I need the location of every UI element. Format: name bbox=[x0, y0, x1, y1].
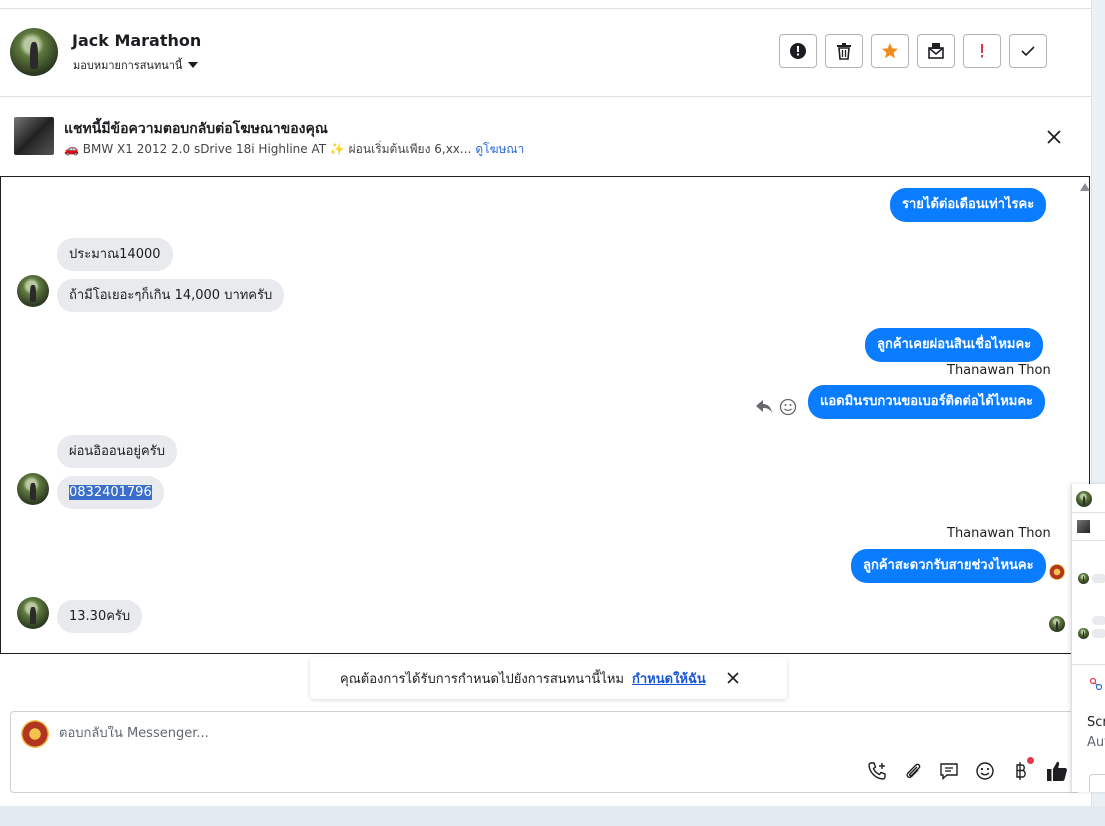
incoming-message-phone[interactable]: 0832401796 bbox=[57, 476, 164, 509]
assign-suggestion-text: คุณต้องการได้รับการกำหนดไปยังการสนทนานี้… bbox=[340, 671, 624, 687]
mini-bubble bbox=[1092, 616, 1105, 625]
mark-unread-button[interactable] bbox=[917, 34, 955, 68]
mini-ad-thumbnail bbox=[1077, 520, 1090, 533]
selected-phone-number[interactable]: 0832401796 bbox=[69, 485, 152, 500]
call-button[interactable] bbox=[866, 760, 888, 782]
view-ad-link[interactable]: ดูโฆษณา bbox=[475, 140, 524, 159]
mark-spam-button[interactable] bbox=[779, 34, 817, 68]
incoming-message[interactable]: ถ้ามีโอเยอะๆก็เกิน 14,000 บาทครับ bbox=[57, 279, 285, 312]
assign-label: มอบหมายการสนทนานี้ bbox=[73, 59, 183, 72]
attach-button[interactable] bbox=[902, 760, 924, 782]
mark-done-button[interactable] bbox=[1009, 34, 1047, 68]
tool-icon bbox=[1089, 677, 1103, 691]
close-icon[interactable] bbox=[1044, 127, 1064, 147]
contact-avatar[interactable] bbox=[10, 28, 58, 76]
star-button[interactable] bbox=[871, 34, 909, 68]
outgoing-message[interactable]: รายได้ต่อเดือนเท่าไรคะ bbox=[890, 188, 1047, 222]
like-button[interactable] bbox=[1046, 760, 1068, 782]
outgoing-message[interactable]: แอดมินรบกวนขอเบอร์ติดต่อได้ไหมคะ bbox=[808, 385, 1046, 419]
mini-divider bbox=[1072, 540, 1105, 541]
top-divider bbox=[0, 0, 1091, 9]
mini-bubble bbox=[1092, 574, 1105, 583]
mini-contact-avatar bbox=[1076, 491, 1092, 507]
outgoing-message[interactable]: ลูกค้าสะดวกรับสายช่วงไหนคะ bbox=[851, 549, 1046, 583]
mini-title-text: Scr bbox=[1087, 715, 1105, 730]
saved-replies-button[interactable] bbox=[938, 760, 960, 782]
header-actions bbox=[779, 34, 1047, 68]
outgoing-message[interactable]: ลูกค้าเคยผ่อนสินเชื่อไหมคะ bbox=[865, 328, 1044, 362]
contact-avatar-small bbox=[17, 473, 49, 505]
ad-reply-banner: แชทนี้มีข้อความตอบกลับต่อโฆษณาของคุณ 🚗 B… bbox=[0, 97, 1091, 175]
mail-icon bbox=[928, 43, 944, 59]
page-avatar bbox=[21, 720, 49, 748]
mini-divider bbox=[1072, 664, 1105, 665]
ad-thumbnail[interactable] bbox=[14, 117, 54, 155]
reply-input[interactable] bbox=[59, 726, 759, 741]
alert-circle-icon bbox=[790, 43, 806, 59]
mini-avatar bbox=[1078, 573, 1089, 584]
conversation-header: Jack Marathon มอบหมายการสนทนานี้ bbox=[0, 9, 1091, 97]
notification-dot bbox=[1027, 757, 1034, 764]
assign-to-me-link[interactable]: กำหนดให้ฉัน bbox=[632, 668, 706, 689]
star-icon bbox=[882, 43, 898, 59]
follow-up-button[interactable] bbox=[963, 34, 1001, 68]
composer-tools bbox=[866, 757, 1068, 782]
seen-receipt-avatar bbox=[1049, 616, 1065, 632]
contact-avatar-small bbox=[17, 597, 49, 629]
smiley-icon bbox=[976, 762, 994, 780]
read-receipt-avatar bbox=[1049, 564, 1065, 580]
reply-icon[interactable] bbox=[755, 398, 773, 414]
delete-button[interactable] bbox=[825, 34, 863, 68]
chat-bubble-icon bbox=[940, 763, 958, 781]
exclamation-icon bbox=[981, 44, 983, 58]
trash-icon bbox=[837, 43, 851, 60]
caret-down-icon bbox=[188, 62, 199, 68]
contact-name[interactable]: Jack Marathon bbox=[72, 31, 201, 50]
contact-avatar-small bbox=[17, 275, 49, 307]
ad-banner-title: แชทนี้มีข้อความตอบกลับต่อโฆษณาของคุณ bbox=[64, 121, 328, 137]
message-composer bbox=[10, 711, 1080, 793]
sender-name: Thanawan Thon bbox=[947, 526, 1051, 541]
ad-description: 🚗 BMW X1 2012 2.0 sDrive 18i Highline AT… bbox=[64, 142, 472, 156]
message-thread[interactable]: รายได้ต่อเดือนเท่าไรคะ ประมาณ14000 ถ้ามี… bbox=[0, 176, 1090, 654]
incoming-message[interactable]: 13.30ครับ bbox=[57, 600, 143, 633]
mini-action-button[interactable] bbox=[1089, 774, 1105, 792]
mini-subtitle-text: Aut bbox=[1087, 735, 1105, 750]
sender-name: Thanawan Thon bbox=[947, 363, 1051, 378]
assign-suggestion-toast: คุณต้องการได้รับการกำหนดไปยังการสนทนานี้… bbox=[310, 657, 787, 699]
mini-avatar bbox=[1078, 628, 1089, 639]
phone-plus-icon bbox=[868, 762, 886, 780]
side-preview-panel[interactable]: Scr Aut bbox=[1071, 484, 1105, 792]
emoji-button[interactable] bbox=[974, 760, 996, 782]
check-icon bbox=[1021, 46, 1035, 57]
mini-divider bbox=[1072, 512, 1105, 513]
ad-banner-subtitle: 🚗 BMW X1 2012 2.0 sDrive 18i Highline AT… bbox=[64, 140, 524, 159]
baht-icon bbox=[1016, 762, 1026, 780]
payment-button[interactable] bbox=[1010, 757, 1034, 782]
mini-bubble bbox=[1092, 629, 1105, 638]
thumbs-up-icon bbox=[1047, 761, 1067, 781]
close-icon[interactable] bbox=[726, 671, 740, 685]
scroll-up-arrow-icon[interactable] bbox=[1080, 183, 1090, 191]
bottom-strip bbox=[0, 806, 1105, 826]
emoji-react-icon[interactable] bbox=[779, 398, 797, 416]
incoming-message[interactable]: ประมาณ14000 bbox=[57, 238, 173, 271]
paperclip-icon bbox=[906, 763, 921, 779]
assign-dropdown[interactable]: มอบหมายการสนทนานี้ bbox=[73, 56, 199, 74]
incoming-message[interactable]: ผ่อนอิออนอยู่ครับ bbox=[57, 435, 177, 468]
